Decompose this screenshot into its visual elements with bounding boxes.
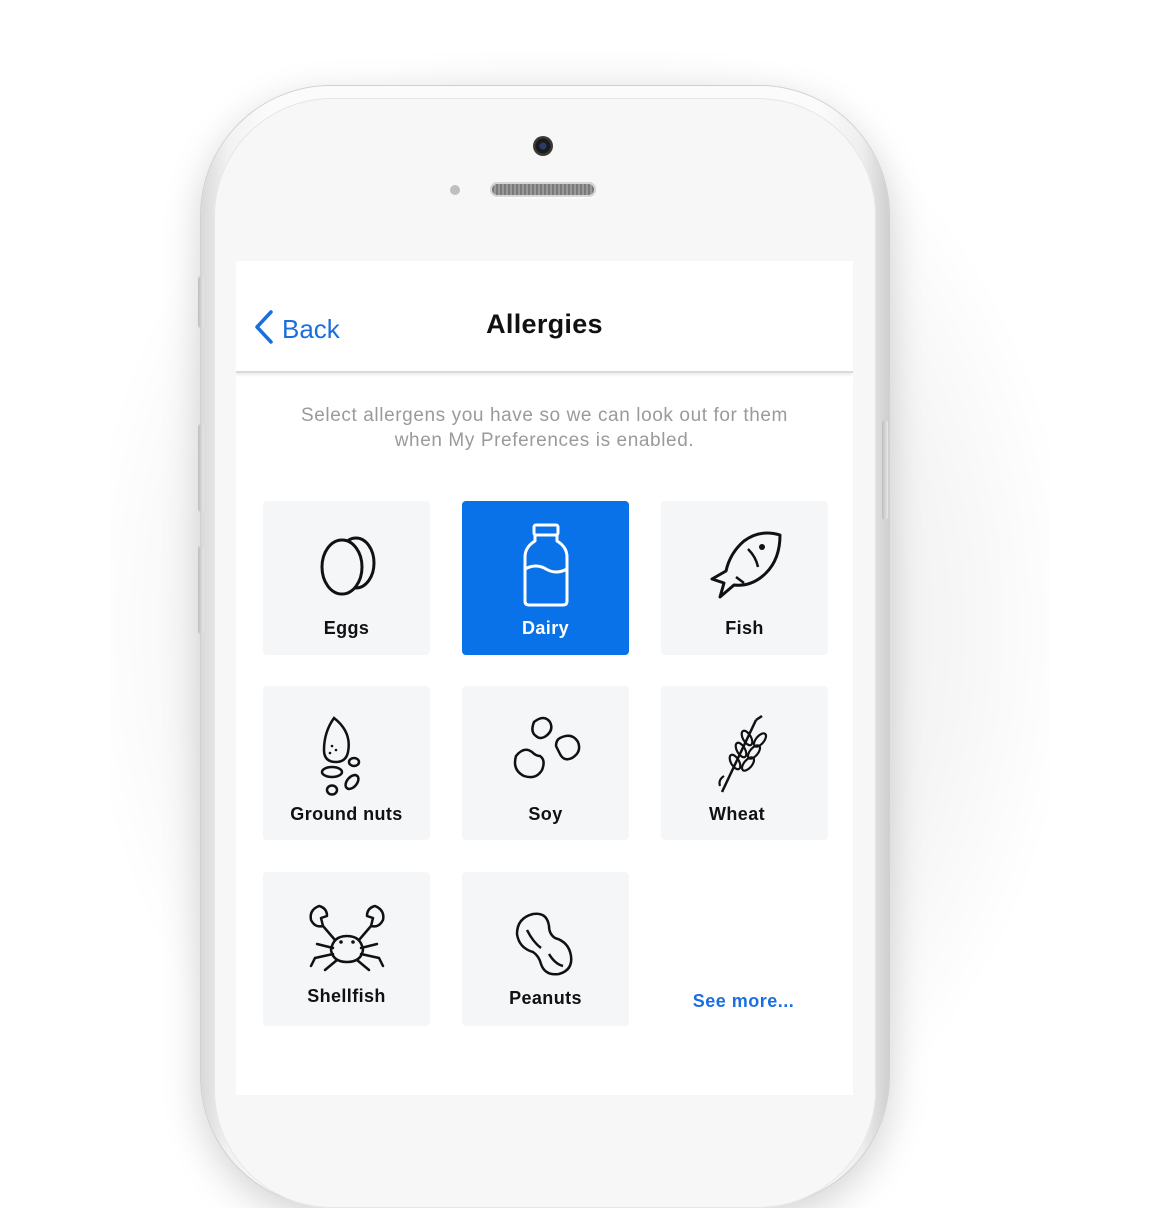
allergen-label: Eggs [323,618,370,638]
earpiece-speaker [490,182,596,197]
allergen-tile-fish[interactable]: Fish [661,501,828,655]
volume-down-button [198,546,204,634]
wheat-icon [661,714,828,796]
power-button [882,420,888,520]
eggs-icon [263,523,430,605]
soy-beans-icon [462,714,629,796]
front-camera [533,136,553,156]
peanut-icon [462,908,629,990]
allergen-tile-eggs[interactable]: Eggs [263,501,430,655]
crab-icon [263,902,430,984]
allergen-label: Wheat [709,804,765,824]
allergen-label: Peanuts [509,988,582,1008]
allergen-tile-wheat[interactable]: Wheat [661,686,828,840]
allergen-label: Soy [528,804,563,824]
ground-nuts-icon [263,714,430,796]
mute-switch [198,276,204,328]
volume-up-button [198,424,204,512]
milk-bottle-icon [462,523,629,607]
allergen-tile-soy[interactable]: Soy [462,686,629,840]
page-title: Allergies [486,309,603,339]
app-screen: Back Allergies Select allergens you have… [236,261,853,1095]
allergen-tile-dairy[interactable]: Dairy [462,501,629,655]
instructions-text: Select allergens you have so we can look… [300,405,788,451]
allergen-label: Shellfish [307,986,386,1006]
allergen-label: Dairy [521,618,570,638]
see-more-link[interactable]: See more... [660,991,827,1012]
navigation-bar: Back Allergies [236,261,853,373]
fish-icon [661,523,828,605]
allergen-label: Fish [725,618,764,638]
allergen-tile-shellfish[interactable]: Shellfish [263,872,430,1026]
allergen-label: Ground nuts [290,804,403,824]
proximity-sensor [450,185,460,195]
allergen-tile-peanuts[interactable]: Peanuts [462,872,629,1026]
allergen-tile-ground-nuts[interactable]: Ground nuts [263,686,430,840]
